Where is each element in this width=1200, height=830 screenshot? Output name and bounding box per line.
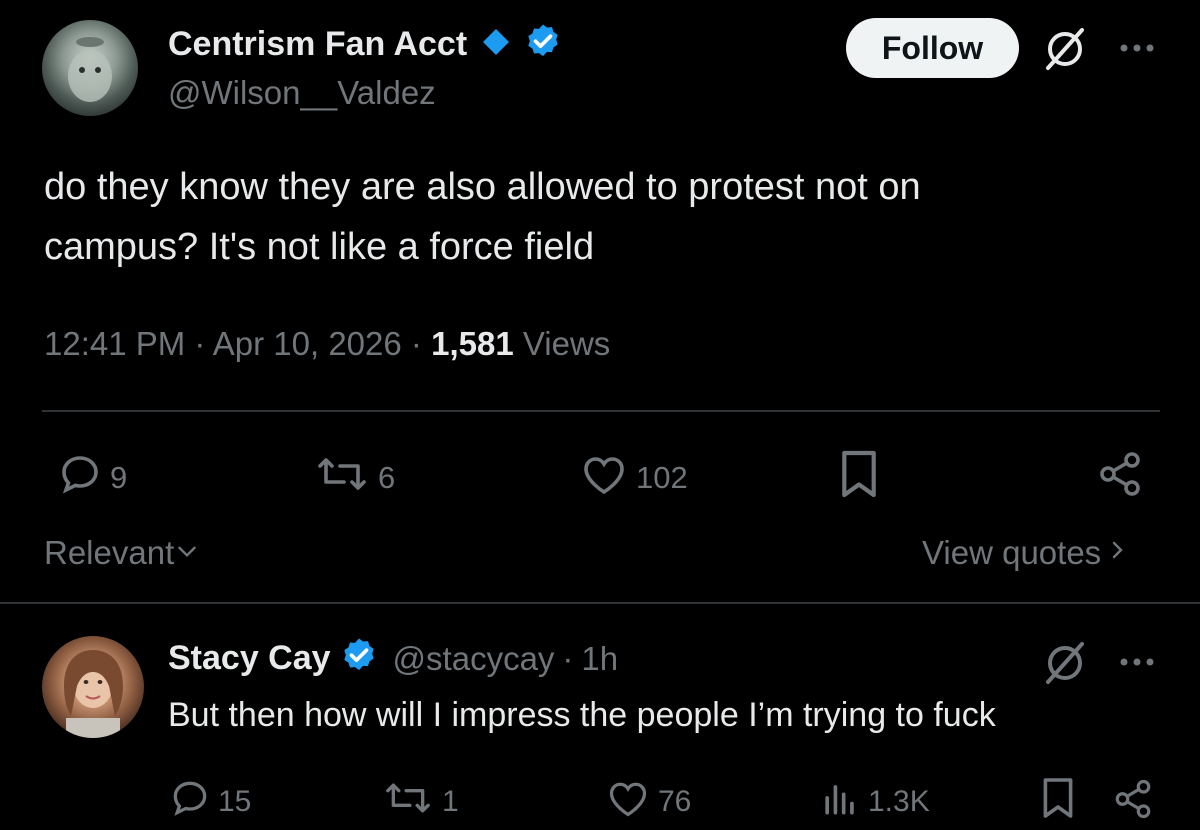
chevron-down-icon [174,534,200,572]
reply-author-name[interactable]: Stacy Cay [168,639,331,678]
verified-badge-icon [339,636,379,681]
sort-label: Relevant [44,534,175,571]
reply-like-button[interactable]: 76 [604,776,691,828]
reply-views-count: 1.3K [868,785,930,818]
diamond-icon [481,27,511,62]
author-avatar[interactable] [42,20,138,116]
view-quotes-label: View quotes [922,534,1102,571]
author-handle[interactable]: @Wilson__Valdez [168,74,436,112]
like-icon [578,450,636,506]
reply-text: But then how will I impress the people I… [168,696,996,734]
reply-share-button[interactable] [1112,778,1154,825]
reply-author-handle[interactable]: @stacycay [393,640,555,678]
like-button[interactable]: 102 [578,450,688,506]
like-icon [604,776,658,828]
tweet-time[interactable]: 12:41 PM [44,325,185,362]
repost-button[interactable]: 6 [312,450,395,506]
grok-icon[interactable] [1042,640,1088,691]
reply-reply-button[interactable]: 15 [168,776,251,828]
reply-header: Stacy Cay @stacycay · 1h [168,636,618,681]
share-icon [1112,779,1154,824]
follow-button[interactable]: Follow [846,18,1019,78]
grok-icon[interactable] [1042,26,1088,77]
share-icon [1096,452,1144,502]
reply-like-count: 76 [658,785,692,818]
reply-time[interactable]: 1h [581,640,618,678]
more-icon[interactable] [1118,654,1158,675]
view-quotes-link[interactable]: View quotes [922,534,1129,572]
tweet-meta: 12:41 PM · Apr 10, 2026 · 1,581 Views [44,325,611,362]
repost-icon [312,450,378,506]
reply-button[interactable]: 9 [56,450,127,506]
chevron-right-icon [1105,534,1129,572]
reply-author-avatar[interactable] [42,636,144,738]
verified-badge-icon [523,22,563,67]
reply-repost-button[interactable]: 1 [380,776,459,828]
reply-repost-count: 1 [442,785,459,818]
repost-count: 6 [378,460,396,495]
bookmark-icon [838,450,880,504]
bookmark-icon [1040,778,1076,824]
reply-bookmark-button[interactable] [1040,776,1076,825]
reply-count: 9 [110,460,128,495]
like-count: 102 [636,460,688,495]
reply-views-button[interactable]: 1.3K [818,776,930,828]
share-button[interactable] [1096,450,1144,503]
more-icon[interactable] [1118,40,1158,61]
divider [0,602,1200,604]
bookmark-button[interactable] [838,448,880,505]
views-label: Views [522,325,611,362]
views-count: 1,581 [431,325,514,362]
author-name-row: Centrism Fan Acct [168,22,563,67]
tweet-text-line2: campus? It's not like a force field [44,226,595,268]
reply-icon [168,776,218,828]
sort-dropdown[interactable]: Relevant [44,534,200,572]
views-icon [818,776,868,828]
tweet-text-line1: do they know they are also allowed to pr… [44,166,921,208]
reply-icon [56,450,110,506]
author-name[interactable]: Centrism Fan Acct [168,25,467,64]
repost-icon [380,776,442,828]
reply-reply-count: 15 [218,785,252,818]
tweet-date[interactable]: Apr 10, 2026 [213,325,402,362]
divider [42,410,1160,412]
